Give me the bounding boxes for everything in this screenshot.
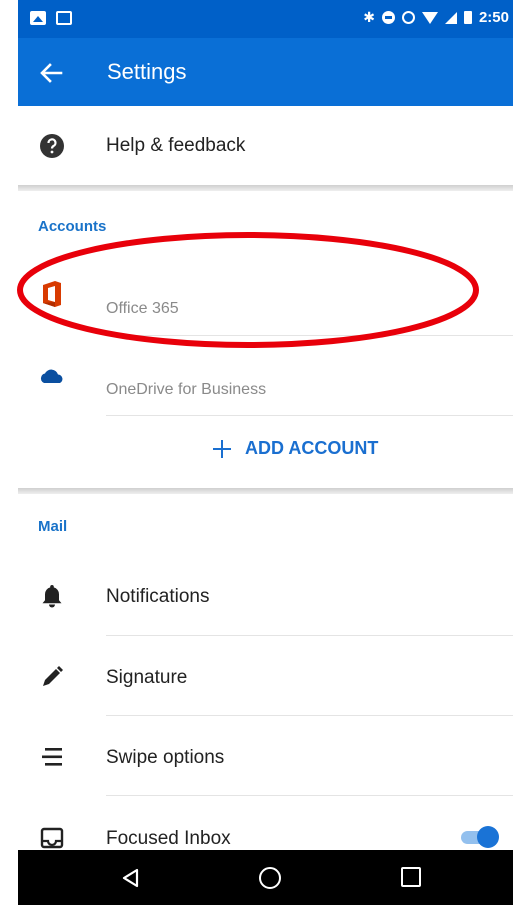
mail-item-swipe-options[interactable]: Swipe options xyxy=(18,716,513,796)
focused-inbox-label: Focused Inbox xyxy=(106,828,231,849)
nav-home-button[interactable] xyxy=(259,867,283,889)
status-time: 2:50 xyxy=(478,9,509,26)
bell-icon xyxy=(38,582,66,610)
arrow-left-icon xyxy=(40,63,63,83)
help-feedback-label: Help & feedback xyxy=(106,135,246,156)
help-feedback-item[interactable]: Help & feedback xyxy=(18,106,513,186)
square-recents-icon xyxy=(401,867,421,887)
signal-icon xyxy=(444,11,457,24)
page-title: Settings xyxy=(107,59,187,84)
do-not-disturb-icon xyxy=(381,11,395,24)
accounts-section-header: Accounts xyxy=(38,218,107,235)
app-bar: Settings xyxy=(18,38,513,106)
pen-icon xyxy=(38,663,66,691)
account-label-onedrive: OneDrive for Business xyxy=(106,381,267,398)
add-account-button[interactable]: ADD ACCOUNT xyxy=(213,438,378,459)
add-account-label: ADD ACCOUNT xyxy=(245,438,379,458)
nav-back-button[interactable] xyxy=(120,867,144,889)
status-bar: ✱ 2:50 xyxy=(18,0,513,38)
office-icon xyxy=(38,280,66,308)
account-item-onedrive[interactable]: OneDrive for Business xyxy=(18,336,513,416)
triangle-back-icon xyxy=(122,868,139,888)
onedrive-icon xyxy=(38,362,66,390)
signature-label: Signature xyxy=(106,667,188,688)
wifi-icon xyxy=(421,11,438,24)
bluetooth-icon: ✱ xyxy=(363,9,375,25)
section-divider xyxy=(18,488,513,494)
notifications-label: Notifications xyxy=(106,586,210,607)
plus-icon xyxy=(213,439,231,458)
battery-icon xyxy=(463,11,472,24)
back-button[interactable] xyxy=(36,58,66,88)
account-label-office365: Office 365 xyxy=(106,300,179,317)
row-divider xyxy=(106,415,513,416)
inbox-icon xyxy=(38,824,66,852)
image-notification-icon xyxy=(30,11,46,25)
mail-item-focused-inbox[interactable]: Focused Inbox xyxy=(18,796,513,850)
swipe-icon xyxy=(38,743,66,771)
android-nav-bar xyxy=(18,850,513,905)
phone-screen: ✱ 2:50 Settings Help & feedback Accounts… xyxy=(18,0,513,905)
mail-section-header: Mail xyxy=(38,518,68,535)
mail-item-notifications[interactable]: Notifications xyxy=(18,556,513,636)
help-icon xyxy=(38,132,66,160)
toggle-knob xyxy=(477,826,499,848)
section-divider xyxy=(18,185,513,191)
mail-item-signature[interactable]: Signature xyxy=(18,636,513,716)
alarm-icon xyxy=(401,11,415,24)
focused-inbox-toggle[interactable] xyxy=(461,826,499,848)
nav-recents-button[interactable] xyxy=(401,867,425,889)
circle-home-icon xyxy=(259,867,281,889)
map-notification-icon xyxy=(56,11,72,25)
account-item-office365[interactable]: Office 365 xyxy=(18,256,513,336)
swipe-options-label: Swipe options xyxy=(106,747,225,768)
